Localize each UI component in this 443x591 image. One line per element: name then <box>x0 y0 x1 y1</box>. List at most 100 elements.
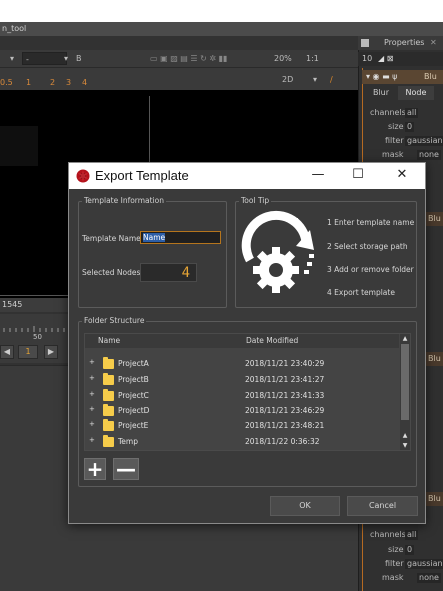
ruler-label: 2 <box>50 78 56 87</box>
folder-icon <box>103 357 114 369</box>
node-title-bar: ▾ ◉ ▬ ψ Blu <box>362 70 443 84</box>
tab-node[interactable]: Node <box>398 86 434 100</box>
param-label: mask <box>382 150 404 159</box>
view-mode-dropdown[interactable]: 2D <box>282 73 293 86</box>
selected-nodes-label: Selected Nodes <box>82 268 141 277</box>
folder-row[interactable]: + ProjectE 2018/11/21 23:48:21 <box>85 418 399 434</box>
folder-date: 2018/11/21 23:41:27 <box>245 375 325 384</box>
add-folder-button[interactable]: + <box>84 458 106 480</box>
scroll-up-icon[interactable]: ▲ <box>400 431 410 440</box>
ruler-label: 4 <box>82 78 88 87</box>
panel-icon <box>361 39 369 47</box>
scroll-up-icon[interactable]: ▲ <box>400 334 410 343</box>
minimize-button[interactable]: — <box>308 167 328 183</box>
expand-icon[interactable]: + <box>89 390 95 398</box>
folder-icon <box>103 373 114 385</box>
folder-row[interactable]: + ProjectA 2018/11/21 23:40:29 <box>85 356 399 372</box>
tooltip-step: 2 Select storage path <box>327 242 408 251</box>
clear-icon[interactable]: ◢ ⊠ <box>378 52 393 66</box>
zoom-dropdown[interactable]: 20% <box>274 52 292 65</box>
folder-name: Temp <box>118 437 138 446</box>
side-node-tab[interactable]: Blu <box>425 492 443 506</box>
template-name-label: Template Name <box>82 234 141 243</box>
folder-icon <box>103 389 114 401</box>
selected-nodes-count: 4 <box>140 263 197 282</box>
dialog-title: Export Template <box>95 168 189 183</box>
channel-dropdown[interactable]: - <box>22 52 67 65</box>
viewer-image-patch <box>0 126 38 166</box>
folder-name: ProjectB <box>118 375 149 384</box>
column-header-date[interactable]: Date Modified <box>246 336 298 345</box>
step-back-icon[interactable]: ◀ <box>0 345 14 359</box>
tooltip-step: 4 Export template <box>327 288 395 297</box>
expand-icon[interactable]: + <box>89 420 95 428</box>
folder-date: 2018/11/21 23:48:21 <box>245 421 325 430</box>
maximize-button[interactable]: ☐ <box>348 167 368 183</box>
scroll-down-icon[interactable]: ▼ <box>400 441 410 450</box>
param-label: size <box>388 122 404 131</box>
folder-icon <box>103 435 114 447</box>
tooltip-step: 1 Enter template name <box>327 218 415 227</box>
channel-b-label[interactable]: B <box>76 52 82 65</box>
param-value[interactable]: gaussian <box>405 559 443 569</box>
app-logo-icon <box>76 169 90 183</box>
template-name-value: Name <box>143 233 166 242</box>
close-icon[interactable]: ✕ <box>430 36 437 50</box>
folder-date: 2018/11/21 23:46:29 <box>245 406 325 415</box>
dropdown-arrow-icon[interactable]: ▾ <box>313 73 317 86</box>
node-controls-icons[interactable]: ▾ ◉ ▬ ψ <box>366 70 397 84</box>
ruler-label: 0.5 <box>0 78 13 87</box>
folder-name: ProjectD <box>118 406 150 415</box>
pen-icon[interactable]: ∕ <box>330 73 333 86</box>
param-value[interactable]: all <box>405 530 419 540</box>
viewer-toolbar: ▾ - ▾ B ▭ ▣ ▨ ▤ ☰ ↻ ✲ ▮▮ 20% 1:1 <box>0 50 358 68</box>
toolbar-icons[interactable]: ▭ ▣ ▨ ▤ ☰ ↻ ✲ ▮▮ <box>150 52 227 65</box>
frame-value[interactable]: 1545 <box>2 300 22 309</box>
dropdown-arrow-icon[interactable]: ▾ <box>64 52 68 65</box>
expand-icon[interactable]: + <box>89 436 95 444</box>
param-label: filter <box>385 559 404 568</box>
ok-button[interactable]: OK <box>270 496 340 516</box>
folder-row[interactable]: + ProjectB 2018/11/21 23:41:27 <box>85 372 399 388</box>
group-label: Template Information <box>82 196 167 205</box>
properties-toolbar: 10 ◢ ⊠ <box>358 52 443 66</box>
folder-row[interactable]: + ProjectC 2018/11/21 23:41:33 <box>85 388 399 404</box>
close-button[interactable]: ✕ <box>392 167 412 183</box>
column-header-name[interactable]: Name <box>98 336 120 345</box>
expand-icon[interactable]: + <box>89 374 95 382</box>
param-value[interactable]: 0 <box>405 545 415 555</box>
max-panels-count[interactable]: 10 <box>362 52 372 66</box>
tab-blur[interactable]: Blur <box>364 86 398 100</box>
param-value[interactable]: gaussian <box>405 136 443 146</box>
node-title: Blu <box>424 72 437 81</box>
side-node-tab[interactable]: Blu <box>425 212 443 226</box>
expand-icon[interactable]: + <box>89 405 95 413</box>
group-label: Folder Structure <box>82 316 147 325</box>
properties-header: Properties ✕ <box>358 36 443 50</box>
cancel-button[interactable]: Cancel <box>347 496 418 516</box>
tooltip-step: 3 Add or remove folder <box>327 265 414 274</box>
side-node-tab[interactable]: Blu <box>425 352 443 366</box>
folder-icon <box>103 404 114 416</box>
template-name-input[interactable]: Name <box>140 231 221 244</box>
param-label: size <box>388 545 404 554</box>
folder-row[interactable]: + ProjectD 2018/11/21 23:46:29 <box>85 403 399 419</box>
folder-row[interactable]: + Temp 2018/11/22 0:36:32 <box>85 434 399 450</box>
param-value[interactable]: all <box>405 108 419 118</box>
param-value[interactable]: none <box>417 573 441 583</box>
template-info-group <box>78 201 227 308</box>
ratio-dropdown[interactable]: 1:1 <box>306 52 319 65</box>
expand-icon[interactable]: + <box>89 358 95 366</box>
dropdown-arrow-icon[interactable]: ▾ <box>10 52 14 65</box>
scrollbar-thumb[interactable] <box>401 344 409 420</box>
param-value[interactable]: 0 <box>405 122 415 132</box>
playback-frame[interactable]: 1 <box>18 345 38 359</box>
remove-folder-button[interactable]: — <box>113 458 139 480</box>
folder-name: ProjectE <box>118 421 149 430</box>
folder-name: ProjectC <box>118 391 149 400</box>
folder-date: 2018/11/21 23:40:29 <box>245 359 325 368</box>
param-value[interactable]: none <box>417 150 441 160</box>
param-label: mask <box>382 573 404 582</box>
folder-date: 2018/11/21 23:41:33 <box>245 391 325 400</box>
play-forward-icon[interactable]: ▶ <box>44 345 58 359</box>
